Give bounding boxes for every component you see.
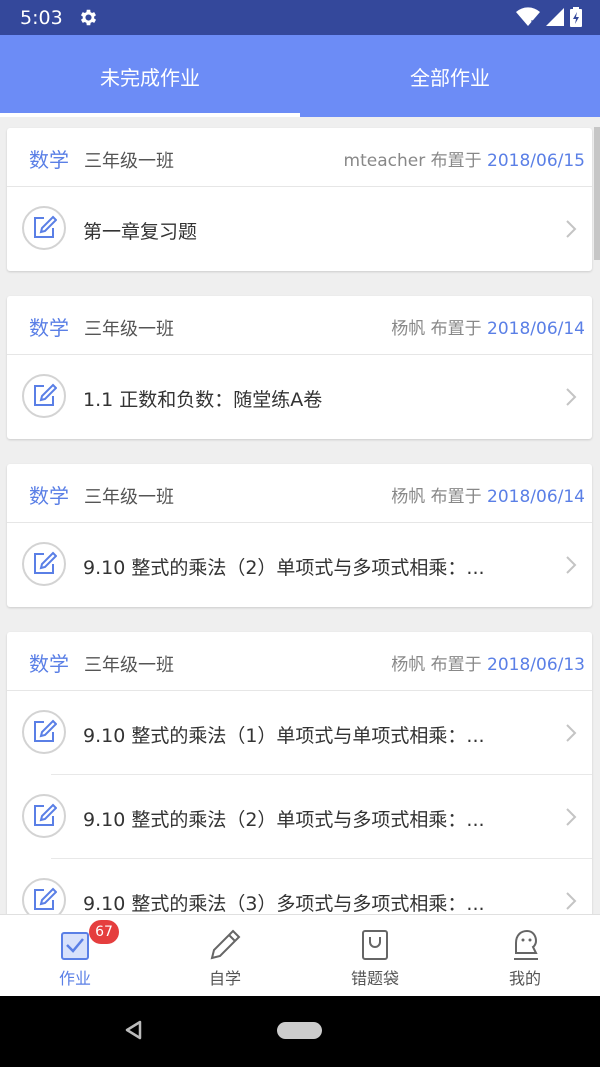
edit-icon [22, 542, 66, 586]
homework-title: 9.10 整式的乘法（3）多项式与多项式相乘：... [83, 893, 485, 914]
chevron-right-icon [566, 220, 577, 238]
homework-title: 第一章复习题 [83, 221, 198, 243]
assigned-date: 2018/06/14 [487, 319, 585, 339]
homework-item[interactable]: 第一章复习题 [7, 187, 592, 271]
nav-profile[interactable]: 我的 [450, 915, 600, 997]
home-pill-button[interactable] [277, 1022, 322, 1039]
status-time: 5:03 [20, 7, 63, 29]
battery-icon [570, 7, 582, 27]
homework-list[interactable]: 数学 三年级一班 mteacher 布置于 2018/06/15 第一章复习题 … [0, 117, 600, 914]
pencil-icon [210, 929, 241, 960]
teacher-name: 杨帆 [391, 319, 426, 339]
class-label: 三年级一班 [84, 487, 174, 508]
nav-label: 自学 [208, 969, 241, 988]
homework-item[interactable]: 9.10 整式的乘法（1）单项式与单项式相乘：... [7, 691, 592, 775]
class-label: 三年级一班 [84, 655, 174, 676]
card-header: 数学 三年级一班 杨帆 布置于 2018/06/14 [7, 296, 592, 355]
assignment-meta: 杨帆 布置于 2018/06/14 [391, 314, 585, 339]
bag-icon [362, 930, 388, 960]
wifi-icon [516, 7, 540, 27]
edit-icon [22, 878, 66, 914]
tab-unfinished-homework[interactable]: 未完成作业 [0, 35, 300, 117]
scrollbar[interactable] [594, 127, 600, 260]
homework-card: 数学 三年级一班 mteacher 布置于 2018/06/15 第一章复习题 [7, 128, 592, 271]
homework-title: 9.10 整式的乘法（1）单项式与单项式相乘：... [83, 725, 485, 747]
signal-icon [546, 8, 564, 26]
settings-gear-icon [80, 9, 97, 26]
homework-card: 数学 三年级一班 杨帆 布置于 2018/06/14 1.1 正数和负数：随堂练… [7, 296, 592, 439]
class-label: 三年级一班 [84, 151, 174, 172]
back-icon[interactable] [124, 1020, 142, 1040]
homework-count-badge: 67 [89, 920, 119, 944]
edit-icon [22, 710, 66, 754]
edit-icon [22, 206, 66, 250]
subject-label: 数学 [29, 316, 69, 340]
homework-title: 1.1 正数和负数：随堂练A卷 [83, 389, 323, 411]
teacher-name: 杨帆 [391, 487, 426, 507]
subject-label: 数学 [29, 652, 69, 676]
profile-icon [514, 929, 538, 960]
class-label: 三年级一班 [84, 319, 174, 340]
homework-item[interactable]: 9.10 整式的乘法（2）单项式与多项式相乘：... [7, 523, 592, 607]
chevron-right-icon [566, 892, 577, 910]
card-header: 数学 三年级一班 杨帆 布置于 2018/06/13 [7, 632, 592, 691]
card-header: 数学 三年级一班 杨帆 布置于 2018/06/14 [7, 464, 592, 523]
assigned-label: 布置于 [430, 319, 482, 339]
assigned-label: 布置于 [430, 655, 482, 675]
homework-card: 数学 三年级一班 杨帆 布置于 2018/06/13 9.10 整式的乘法（1）… [7, 632, 592, 914]
edit-icon [22, 374, 66, 418]
card-header: 数学 三年级一班 mteacher 布置于 2018/06/15 [7, 128, 592, 187]
tab-bar: 未完成作业 全部作业 [0, 35, 600, 117]
nav-self-study[interactable]: 自学 [150, 915, 300, 997]
assignment-meta: mteacher 布置于 2018/06/15 [344, 146, 585, 171]
homework-title: 9.10 整式的乘法（2）单项式与多项式相乘：... [83, 809, 485, 831]
edit-icon [22, 794, 66, 838]
nav-label: 错题袋 [350, 969, 399, 988]
nav-mistake-bag[interactable]: 错题袋 [300, 915, 450, 997]
bottom-nav: 67 作业 自学 错题袋 我的 [0, 914, 600, 997]
tab-all-homework[interactable]: 全部作业 [300, 35, 600, 117]
chevron-right-icon [566, 808, 577, 826]
system-nav-bar [0, 996, 600, 1067]
nav-homework[interactable]: 67 作业 [0, 915, 150, 997]
chevron-right-icon [566, 388, 577, 406]
chevron-right-icon [566, 724, 577, 742]
homework-card: 数学 三年级一班 杨帆 布置于 2018/06/14 9.10 整式的乘法（2）… [7, 464, 592, 607]
chevron-right-icon [566, 556, 577, 574]
assignment-meta: 杨帆 布置于 2018/06/14 [391, 482, 585, 507]
assigned-label: 布置于 [430, 151, 482, 171]
nav-label: 作业 [58, 969, 91, 988]
assigned-date: 2018/06/14 [487, 487, 585, 507]
nav-label: 我的 [508, 969, 541, 988]
assignment-meta: 杨帆 布置于 2018/06/13 [391, 650, 585, 675]
assigned-date: 2018/06/15 [487, 151, 585, 171]
subject-label: 数学 [29, 484, 69, 508]
assigned-label: 布置于 [430, 487, 482, 507]
homework-title: 9.10 整式的乘法（2）单项式与多项式相乘：... [83, 557, 485, 579]
teacher-name: mteacher [343, 151, 426, 171]
homework-item[interactable]: 9.10 整式的乘法（2）单项式与多项式相乘：... [7, 775, 592, 859]
homework-icon [61, 932, 89, 960]
homework-item[interactable]: 9.10 整式的乘法（3）多项式与多项式相乘：... [7, 859, 592, 914]
teacher-name: 杨帆 [391, 655, 426, 675]
homework-item[interactable]: 1.1 正数和负数：随堂练A卷 [7, 355, 592, 439]
assigned-date: 2018/06/13 [487, 655, 585, 675]
status-bar: 5:03 [0, 0, 600, 35]
subject-label: 数学 [29, 148, 69, 172]
